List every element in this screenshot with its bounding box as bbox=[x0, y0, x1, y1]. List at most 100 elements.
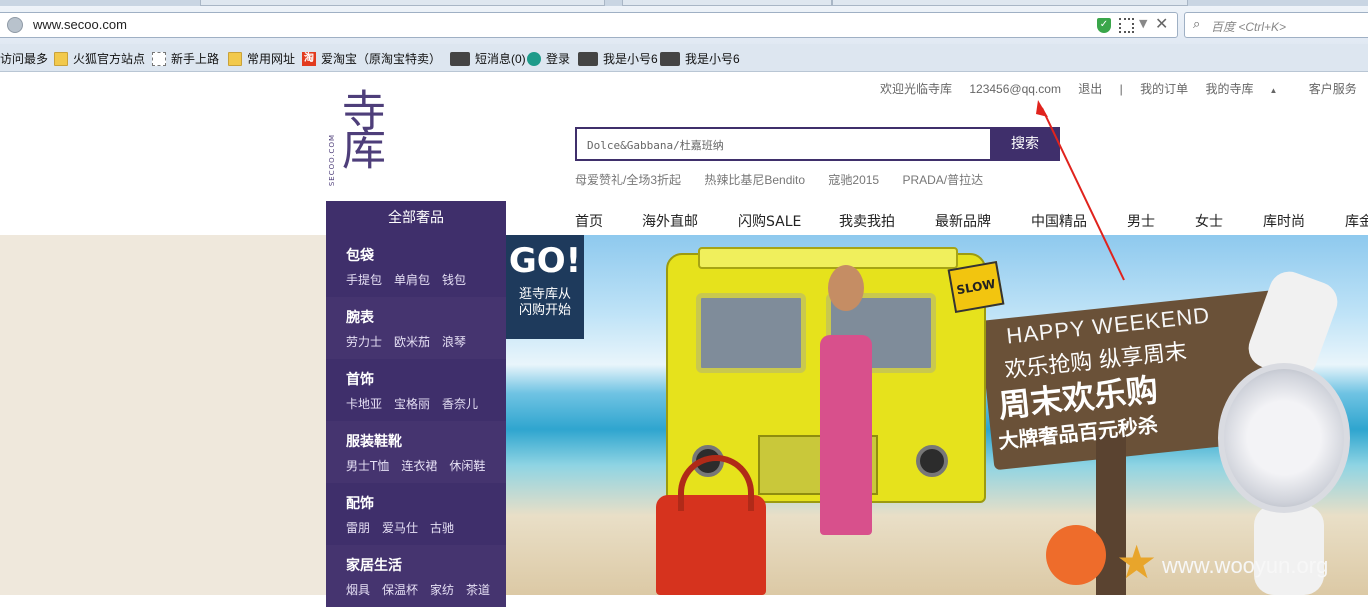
sub-category[interactable]: 浪琴 bbox=[442, 335, 466, 349]
hot-keyword[interactable]: 热辣比基尼Bendito bbox=[704, 173, 805, 187]
sub-category[interactable]: 古驰 bbox=[430, 521, 454, 535]
bookmark-label: 短消息(0) bbox=[475, 52, 526, 66]
sub-category[interactable]: 男士T恤 bbox=[346, 459, 389, 473]
category-title[interactable]: 腕表 bbox=[346, 297, 506, 327]
bookmark-item[interactable]: 新手上路 bbox=[152, 50, 219, 67]
sub-category[interactable]: 休闲鞋 bbox=[449, 459, 485, 473]
nav-item-sale[interactable]: 闪购SALE bbox=[738, 211, 801, 231]
account-link[interactable]: 123456@qq.com bbox=[969, 82, 1061, 96]
bookmark-label: 我是小号6 bbox=[603, 52, 658, 66]
category-title[interactable]: 包袋 bbox=[346, 235, 506, 265]
bookmark-item[interactable]: 淘爱淘宝（原淘宝特卖） bbox=[302, 50, 441, 67]
hot-keyword[interactable]: 母爱赞礼/全场3折起 bbox=[575, 173, 681, 187]
promo-banner[interactable]: SLOW HAPPY WEEKEND 欢乐抢购 纵享周末 周末欢乐购 大牌奢品百… bbox=[506, 235, 1368, 595]
logo-text: 寺库 bbox=[334, 88, 385, 164]
dropdown-icon[interactable]: ▼ bbox=[1139, 17, 1147, 30]
caret-up-icon: ▲ bbox=[1269, 86, 1278, 95]
category-title[interactable]: 首饰 bbox=[346, 359, 506, 389]
search-input[interactable]: Dolce&Gabbana/杜嘉班纳 bbox=[587, 137, 724, 153]
headlight bbox=[916, 445, 948, 477]
folder-icon bbox=[54, 51, 68, 66]
bookmark-label: 访问最多 bbox=[0, 52, 49, 66]
hot-keyword[interactable]: 寇驰2015 bbox=[828, 173, 879, 187]
bookmark-item[interactable]: 登录 bbox=[527, 50, 570, 67]
model-dress bbox=[820, 335, 872, 535]
folder-icon bbox=[228, 51, 242, 66]
bookmark-label: 新手上路 bbox=[171, 52, 220, 66]
browser-search-bar[interactable]: ⌕ 百度 <Ctrl+K> bbox=[1184, 12, 1368, 38]
sub-category[interactable]: 欧米茄 bbox=[394, 335, 430, 349]
nav-item-overseas[interactable]: 海外直邮 bbox=[642, 211, 698, 231]
sub-category[interactable]: 连衣裙 bbox=[401, 459, 437, 473]
category-apparel[interactable]: 服装鞋靴 男士T恤 连衣裙 休闲鞋 bbox=[326, 421, 506, 483]
secoo-page: 欢迎光临寺库 123456@qq.com 退出 | 我的订单 我的寺库 ▲ 客户服… bbox=[0, 72, 1368, 607]
category-bags[interactable]: 包袋 手提包 单肩包 钱包 bbox=[326, 235, 506, 297]
bookmark-item[interactable]: 短消息(0) bbox=[450, 50, 526, 67]
top-links: 欢迎光临寺库 123456@qq.com 退出 | 我的订单 我的寺库 ▲ 客户服… bbox=[880, 80, 1368, 97]
sub-category[interactable]: 钱包 bbox=[442, 273, 466, 287]
category-title[interactable]: 服装鞋靴 bbox=[346, 421, 506, 451]
page-icon bbox=[152, 51, 166, 66]
my-secoo-link[interactable]: 我的寺库 ▲ bbox=[1205, 82, 1291, 96]
hot-keywords: 母爱赞礼/全场3折起 热辣比基尼Bendito 寇驰2015 PRADA/普拉达 bbox=[575, 171, 1003, 188]
sub-category[interactable]: 手提包 bbox=[346, 273, 382, 287]
nav-item-china[interactable]: 中国精品 bbox=[1031, 211, 1087, 231]
sub-category[interactable]: 雷朋 bbox=[346, 521, 370, 535]
nav-item-auction[interactable]: 我卖我拍 bbox=[839, 211, 895, 231]
sub-category[interactable]: 爱马仕 bbox=[382, 521, 418, 535]
truck-window bbox=[696, 293, 806, 373]
browser-navbar: www.secoo.com ✓ ▼ ✕ ⌕ 百度 <Ctrl+K> bbox=[0, 6, 1368, 44]
close-icon[interactable]: ✕ bbox=[1155, 14, 1168, 33]
search-button[interactable]: 搜索 bbox=[990, 127, 1060, 161]
service-link[interactable]: 客户服务▲ bbox=[1309, 82, 1368, 96]
search-icon: ⌕ bbox=[1193, 17, 1201, 32]
all-categories-button[interactable]: 全部奢品 bbox=[326, 201, 506, 235]
qr-code-icon[interactable] bbox=[1119, 18, 1134, 33]
category-watches[interactable]: 腕表 劳力士 欧米茄 浪琴 bbox=[326, 297, 506, 359]
watch-strap bbox=[1254, 505, 1324, 595]
orders-link[interactable]: 我的订单 bbox=[1140, 82, 1188, 96]
bookmark-item[interactable]: 我是小号6 bbox=[578, 50, 658, 67]
bookmark-label: 登录 bbox=[546, 52, 571, 66]
starfish-icon: ★ bbox=[1116, 535, 1158, 589]
cat-icon bbox=[660, 51, 680, 66]
hot-keyword[interactable]: PRADA/普拉达 bbox=[902, 173, 983, 187]
nav-item-home[interactable]: 首页 bbox=[575, 211, 603, 231]
category-jewelry[interactable]: 首饰 卡地亚 宝格丽 香奈儿 bbox=[326, 359, 506, 421]
logout-link[interactable]: 退出 bbox=[1078, 82, 1102, 96]
category-title[interactable]: 配饰 bbox=[346, 483, 506, 513]
bookmark-item[interactable]: 常用网址 bbox=[228, 50, 295, 67]
sub-category[interactable]: 单肩包 bbox=[394, 273, 430, 287]
sub-category[interactable]: 劳力士 bbox=[346, 335, 382, 349]
nav-item-fashion[interactable]: 库时尚 bbox=[1263, 211, 1305, 231]
address-bar[interactable]: www.secoo.com ✓ ▼ ✕ bbox=[0, 12, 1178, 38]
welcome-text: 欢迎光临寺库 bbox=[880, 82, 953, 96]
watermark-text: www.wooyun.org bbox=[1162, 553, 1329, 578]
go-sub: 逛寺库从 bbox=[518, 287, 571, 302]
shield-icon[interactable]: ✓ bbox=[1097, 18, 1111, 33]
cat-icon bbox=[578, 51, 598, 66]
nav-item-men[interactable]: 男士 bbox=[1127, 211, 1155, 231]
bookmark-item[interactable]: 火狐官方站点 bbox=[54, 50, 145, 67]
category-menu: 包袋 手提包 单肩包 钱包 腕表 劳力士 欧米茄 浪琴 首饰 卡地亚 宝格丽 香奈儿 服装鞋… bbox=[326, 235, 506, 607]
secoo-logo[interactable]: SECOO.COM 寺库 bbox=[328, 88, 385, 190]
bookmark-item[interactable]: 访问最多 bbox=[0, 50, 48, 67]
nav-item-gold[interactable]: 库金 bbox=[1345, 211, 1368, 231]
category-accessories[interactable]: 配饰 雷朋 爱马仕 古驰 bbox=[326, 483, 506, 545]
go-badge[interactable]: GO! 逛寺库从 闪购开始 bbox=[506, 235, 584, 339]
sub-category[interactable]: 卡地亚 bbox=[346, 397, 382, 411]
sub-category[interactable]: 香奈儿 bbox=[442, 397, 478, 411]
bookmark-label: 常用网址 bbox=[247, 52, 296, 66]
search-placeholder: 百度 <Ctrl+K> bbox=[1211, 20, 1287, 34]
handbag-illustration bbox=[656, 455, 766, 595]
bookmark-item[interactable]: 我是小号6 bbox=[660, 50, 740, 67]
category-home[interactable]: 家居生活 烟具 保温杯 家纺 茶道 bbox=[326, 545, 506, 607]
bookmarks-bar: 访问最多 火狐官方站点 新手上路 常用网址 淘爱淘宝（原淘宝特卖） 短消息(0)… bbox=[0, 44, 1368, 72]
nav-item-women[interactable]: 女士 bbox=[1195, 211, 1223, 231]
category-title[interactable]: 家居生活 bbox=[346, 545, 506, 575]
nav-item-new-brands[interactable]: 最新品牌 bbox=[935, 211, 991, 231]
watch-illustration bbox=[1218, 363, 1350, 513]
sub-category[interactable]: 宝格丽 bbox=[394, 397, 430, 411]
url-text[interactable]: www.secoo.com bbox=[33, 17, 127, 32]
globe-icon bbox=[7, 17, 23, 33]
